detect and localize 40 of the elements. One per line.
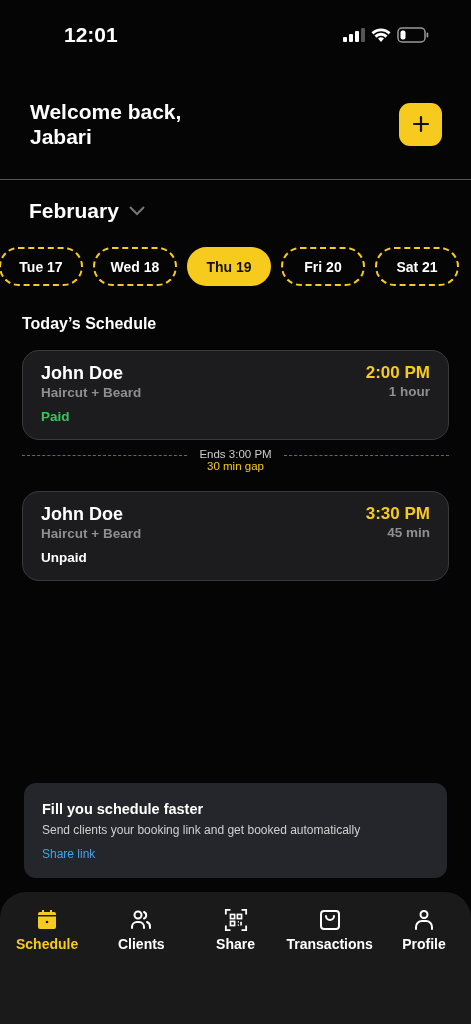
- client-name: John Doe: [41, 504, 124, 525]
- payment-status: Paid: [41, 409, 71, 424]
- day-pill[interactable]: Fri 20: [281, 247, 365, 286]
- client-name: John Doe: [41, 363, 124, 384]
- service-name: Haircut + Beard: [41, 526, 142, 541]
- status-time: 12:01: [64, 23, 118, 47]
- people-icon: [129, 908, 154, 932]
- share-link[interactable]: Share link: [42, 847, 96, 861]
- banner-title: Fill you schedule faster: [42, 801, 205, 817]
- appointment-duration: 1 hour: [388, 384, 430, 399]
- welcome-heading: Welcome back, Jabari: [30, 99, 182, 149]
- payment-status: Unpaid: [41, 550, 88, 565]
- day-pill[interactable]: Sat 21: [375, 247, 459, 286]
- nav-tab[interactable]: Clients: [94, 908, 189, 960]
- signal-icon: [343, 28, 365, 42]
- qr-code-icon: [223, 908, 248, 932]
- nav-tab[interactable]: Transactions: [282, 908, 377, 960]
- appointment-duration: 45 min: [387, 525, 430, 540]
- section-title: Today’s Schedule: [22, 315, 158, 333]
- appointment-card[interactable]: John Doe Haircut + Beard Paid 2:00 PM 1 hour: [22, 350, 449, 440]
- appointment-card[interactable]: John Doe Haircut + Beard Unpaid 3:30 PM 45 min: [22, 491, 449, 581]
- chevron-down-icon[interactable]: [128, 206, 145, 216]
- wifi-icon: [371, 27, 391, 43]
- month-selector[interactable]: February: [29, 199, 119, 223]
- nav-tab[interactable]: Profile: [376, 908, 471, 960]
- shopping-bag-icon: [317, 908, 342, 932]
- add-button[interactable]: [399, 102, 442, 146]
- gap-duration: 30 min gap: [207, 460, 264, 472]
- day-pill[interactable]: Wed 18: [93, 247, 177, 286]
- nav-tab[interactable]: Schedule: [0, 908, 95, 960]
- day-pill[interactable]: Tue 17: [0, 247, 83, 286]
- service-name: Haircut + Beard: [41, 385, 142, 400]
- plus-icon: [411, 115, 430, 133]
- day-pill[interactable]: Thu 19: [187, 247, 271, 286]
- banner-text: Send clients your booking link and get booked automatically: [42, 823, 362, 837]
- end-time: Ends 3:00 PM: [199, 448, 272, 460]
- appointment-time: 2:00 PM: [365, 363, 430, 383]
- battery-icon: [397, 27, 429, 43]
- appointment-time: 3:30 PM: [365, 504, 430, 524]
- nav-tab[interactable]: Share: [188, 908, 283, 960]
